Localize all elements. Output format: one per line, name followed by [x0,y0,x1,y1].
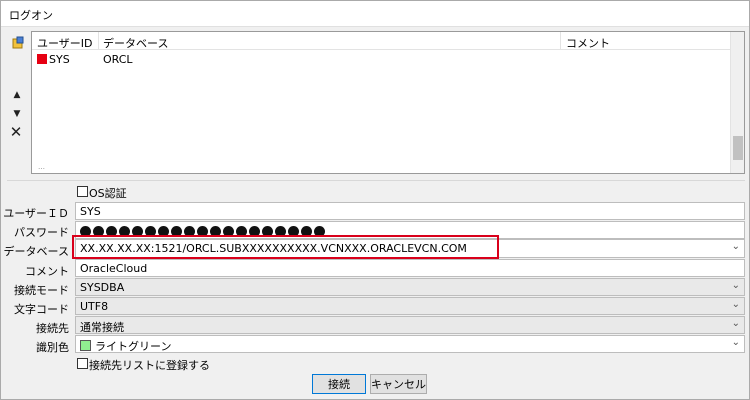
column-comment[interactable]: コメント [566,35,610,51]
connect-mode-label: 接続モード [14,284,69,297]
charset-value: UTF8 [80,300,109,313]
chevron-down-icon[interactable]: ⌄ [732,241,740,252]
comment-label: コメント [25,265,69,278]
color-swatch [80,340,91,351]
title-bar: ログオン [1,1,749,27]
list-header: ユーザーID データベース コメント [32,32,732,50]
logon-window: ログオン ▲ ▼ ✕ ユーザーID データベース コメント SYS ORCL … [0,0,750,400]
scrollbar-thumb[interactable] [733,136,743,160]
row-user-id: SYS [49,53,70,66]
destination-value: 通常接続 [80,321,124,334]
cancel-button[interactable]: キャンセル [370,374,427,394]
color-select[interactable]: ライトグリーン ⌄ [75,335,745,353]
connection-list[interactable]: ユーザーID データベース コメント SYS ORCL … [31,31,745,174]
highlight-box [72,235,499,259]
password-label: パスワード [14,226,69,239]
move-up-icon[interactable]: ▲ [8,86,26,104]
connect-mode-select[interactable]: SYSDBA ⌄ [75,278,745,296]
os-auth-checkbox[interactable] [77,186,88,197]
comment-field[interactable]: OracleCloud [75,259,745,277]
column-database[interactable]: データベース [103,35,168,51]
chevron-down-icon[interactable]: ⌄ [732,299,740,310]
list-item[interactable]: SYS ORCL [32,51,732,67]
chevron-down-icon[interactable]: ⌄ [732,337,740,348]
register-label: 接続先リストに登録する [89,359,210,372]
chevron-down-icon[interactable]: ⌄ [732,318,740,329]
charset-label: 文字コード [14,303,69,316]
connect-mode-value: SYSDBA [80,281,125,294]
register-checkbox[interactable] [77,358,88,369]
list-scrollbar[interactable] [730,32,744,173]
database-label: データベース [3,245,69,258]
chevron-down-icon[interactable]: ⌄ [732,280,740,291]
user-id-field[interactable]: SYS [75,202,745,220]
user-id-label: ユーザーＩＤ [3,207,69,220]
charset-select[interactable]: UTF8 ⌄ [75,297,745,315]
column-user-id[interactable]: ユーザーID [37,35,93,51]
color-label: 識別色 [36,341,69,354]
move-down-icon[interactable]: ▼ [8,105,26,123]
connection-color-swatch [37,54,47,64]
destination-label: 接続先 [36,322,69,335]
delete-icon[interactable]: ✕ [7,123,25,141]
divider [7,180,745,181]
destination-select[interactable]: 通常接続 ⌄ [75,316,745,334]
window-title: ログオン [9,9,53,22]
connect-button[interactable]: 接続 [312,374,366,394]
os-auth-label: OS認証 [89,187,127,200]
resize-grip-icon: … [38,163,45,171]
row-database: ORCL [103,53,133,66]
color-value: ライトグリーン [95,340,172,353]
new-connection-icon[interactable] [9,34,27,52]
